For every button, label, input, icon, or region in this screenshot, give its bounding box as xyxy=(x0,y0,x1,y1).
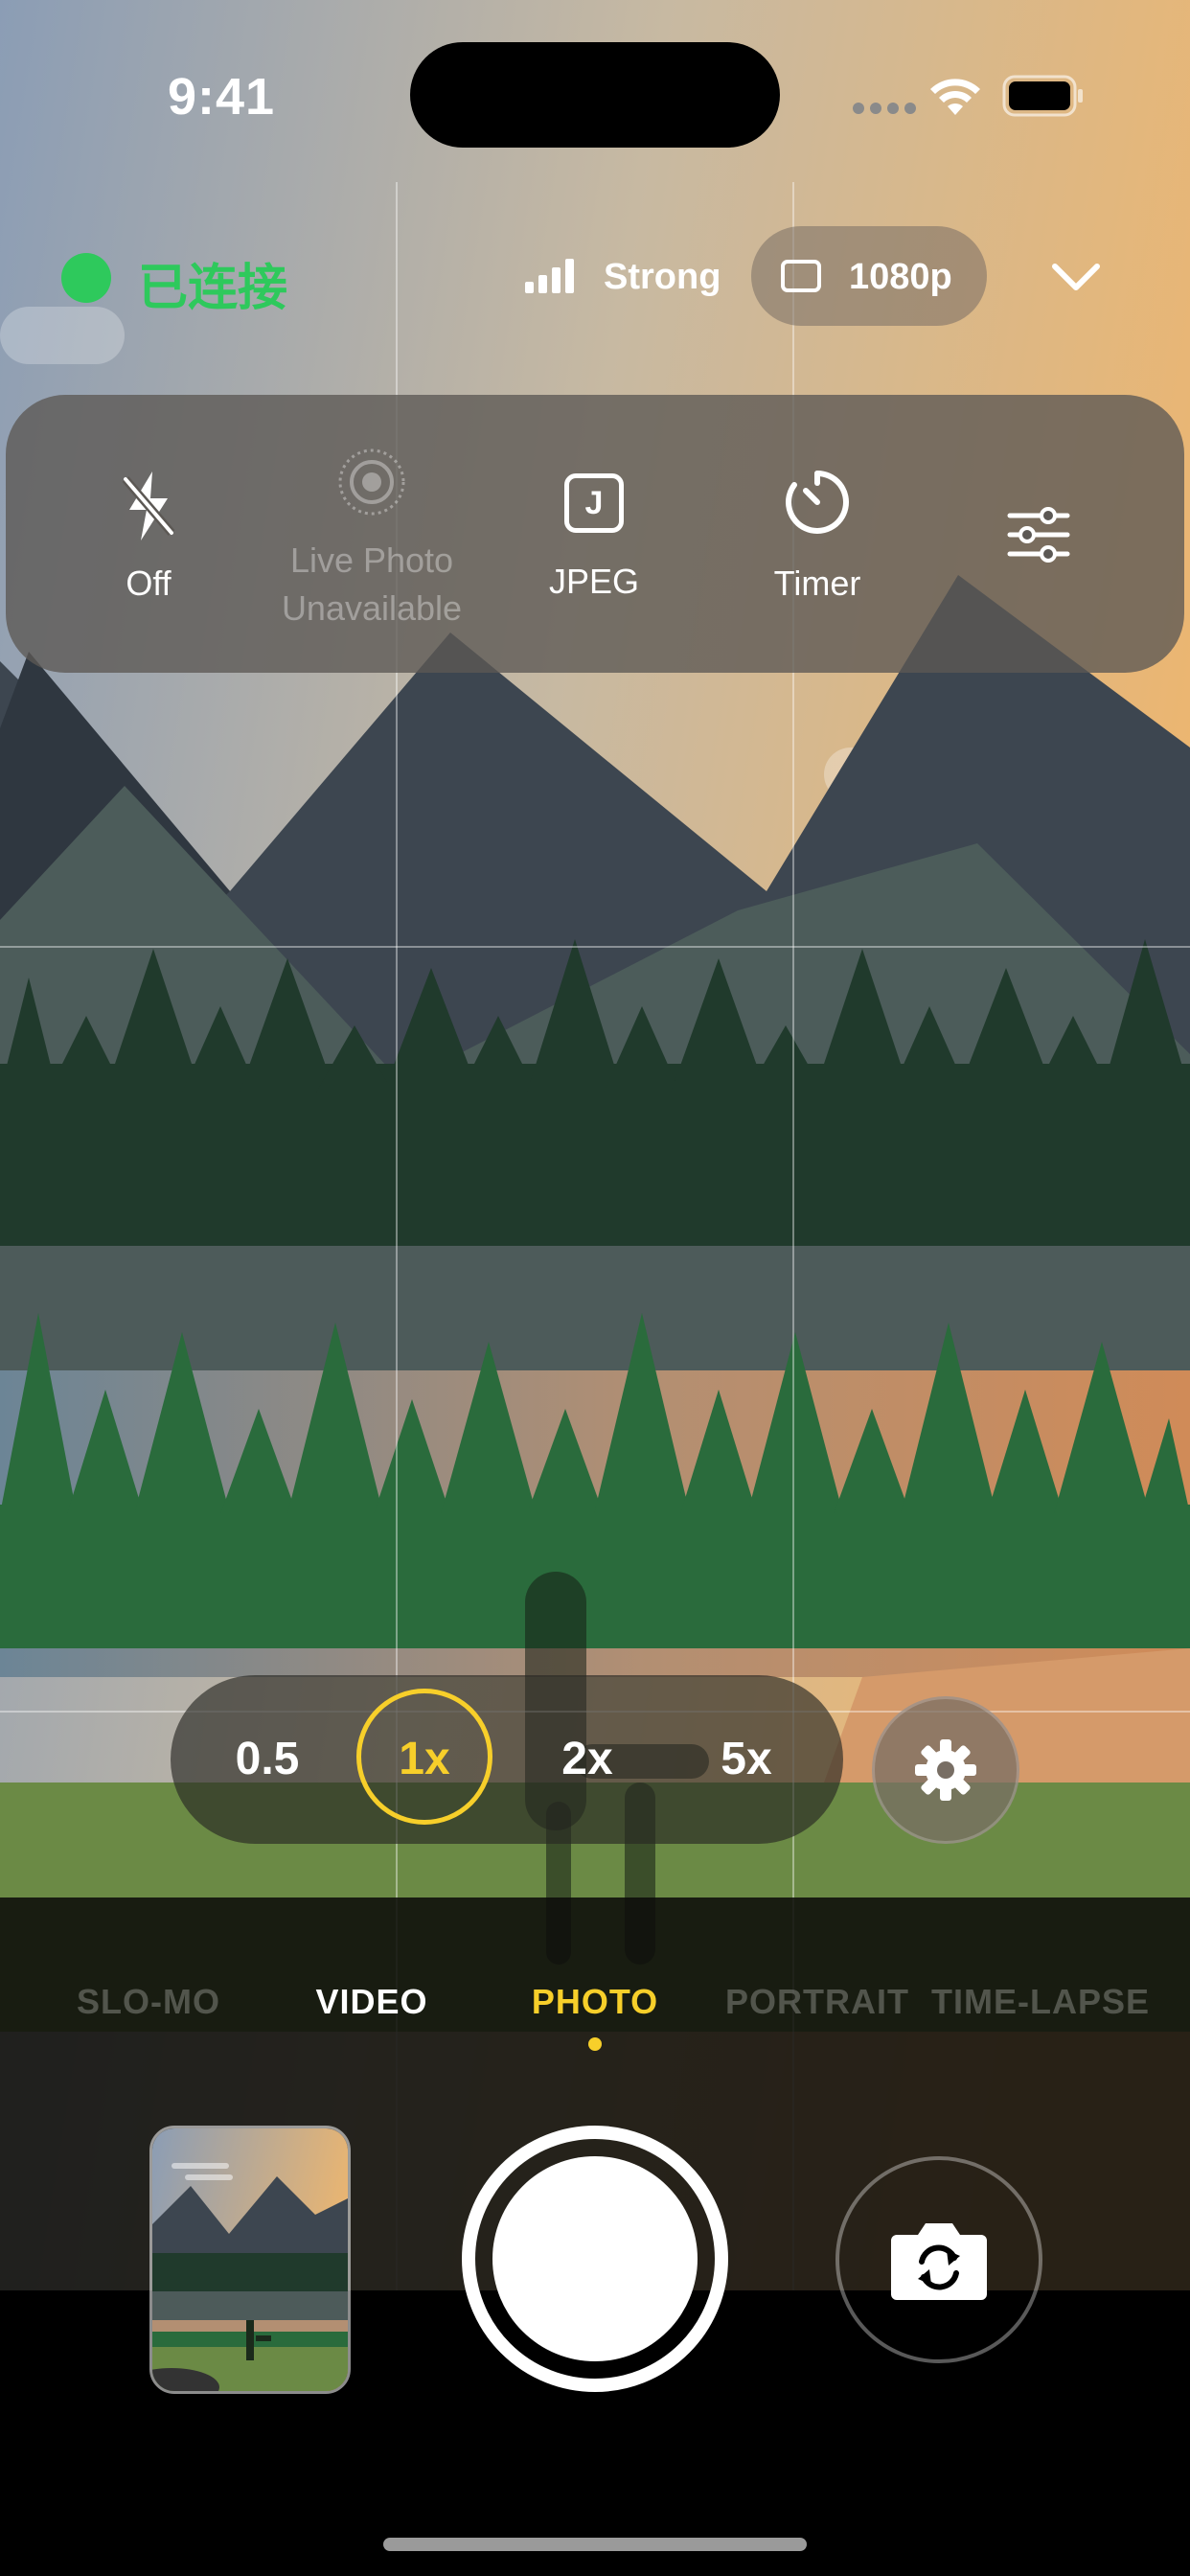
format-label: JPEG xyxy=(548,562,640,601)
live-photo-control[interactable]: Live Photo Unavailable xyxy=(257,441,487,632)
last-photo-thumbnail[interactable] xyxy=(149,2126,351,2394)
mode-slo-mo[interactable]: SLO-MO xyxy=(34,1982,263,2022)
format-control[interactable]: J JPEG xyxy=(479,460,709,613)
timer-icon xyxy=(786,471,849,534)
flash-control[interactable]: Off xyxy=(34,460,263,613)
shutter-button-core[interactable] xyxy=(492,2156,698,2361)
battery-icon xyxy=(1002,75,1083,117)
signal-strength-label: Strong xyxy=(604,257,721,297)
mode-indicator-dot xyxy=(588,2037,602,2051)
zoom-option-5x[interactable]: 5x xyxy=(684,1733,809,1785)
gear-icon xyxy=(915,1739,976,1801)
settings-button[interactable] xyxy=(872,1696,1019,1844)
mode-portrait[interactable]: PORTRAIT xyxy=(702,1982,932,2022)
zoom-option-2x[interactable]: 2x xyxy=(525,1733,650,1785)
connection-status-dot xyxy=(61,253,111,303)
flash-label: Off xyxy=(126,564,172,603)
mode-photo[interactable]: PHOTO xyxy=(480,1982,710,2022)
thumbnail-image xyxy=(152,2128,348,2391)
zoom-option-1x[interactable]: 1x xyxy=(362,1733,487,1785)
cellular-signal-icon xyxy=(853,102,922,119)
flash-off-icon xyxy=(122,472,175,540)
zoom-option-0-5[interactable]: 0.5 xyxy=(205,1733,330,1785)
live-photo-label: Live Photo Unavailable xyxy=(281,540,463,628)
timer-control[interactable]: Timer xyxy=(702,460,932,613)
dynamic-island xyxy=(410,42,780,148)
frame-icon xyxy=(781,260,821,292)
status-time: 9:41 xyxy=(168,68,276,126)
timer-label: Timer xyxy=(773,564,861,603)
camera-flip-icon xyxy=(891,2223,987,2300)
flip-camera-button[interactable] xyxy=(835,2156,1042,2363)
wifi-icon xyxy=(930,79,980,115)
signal-strength-icon xyxy=(525,259,574,293)
resolution-label: 1080p xyxy=(849,257,952,297)
jpeg-format-icon: J xyxy=(564,473,624,533)
mode-time-lapse[interactable]: TIME-LAPSE xyxy=(926,1982,1156,2022)
connection-status-label: 已连接 xyxy=(138,261,288,316)
sliders-icon[interactable] xyxy=(1006,506,1071,564)
chevron-down-icon[interactable] xyxy=(1050,261,1102,293)
mode-video[interactable]: VIDEO xyxy=(257,1982,487,2022)
live-photo-icon xyxy=(338,448,405,516)
home-indicator[interactable] xyxy=(383,2538,807,2551)
